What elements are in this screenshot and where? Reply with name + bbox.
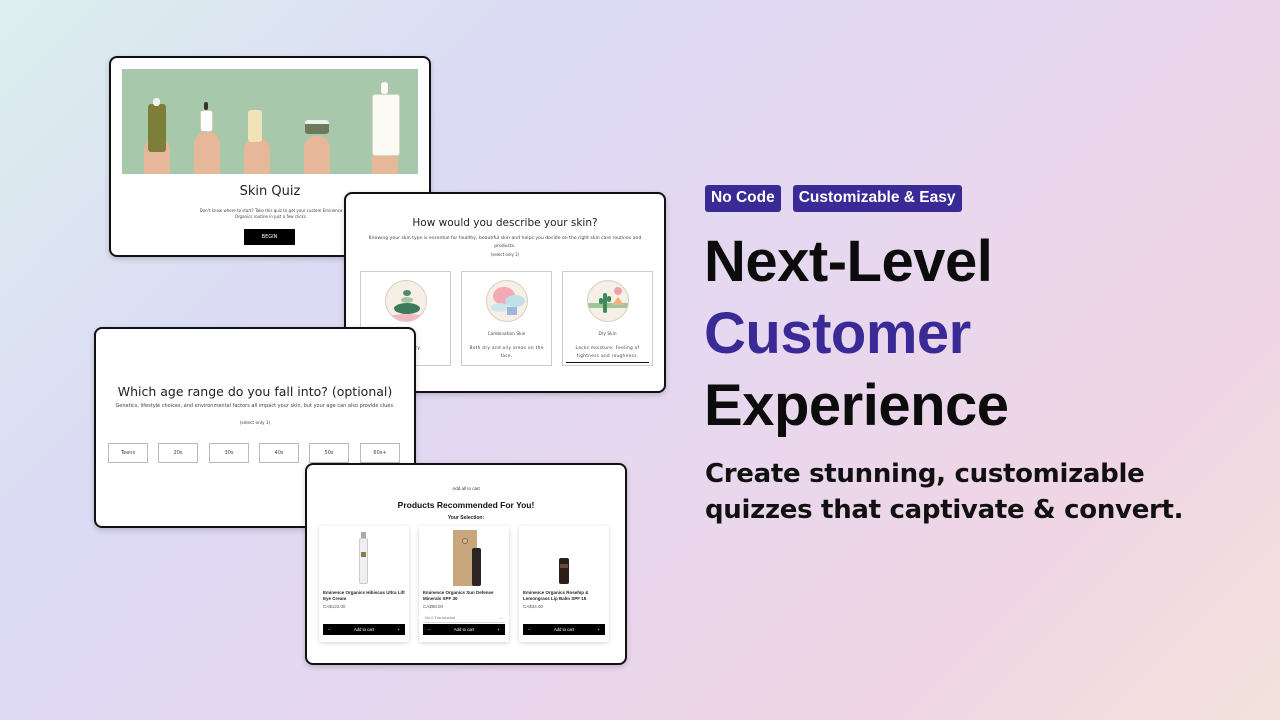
jar-icon [305, 120, 329, 134]
tagline: Create stunning, customizable quizzes th… [705, 459, 1184, 525]
add-to-cart-label: Add to cart [453, 627, 475, 632]
eye-cream-product-image [319, 530, 409, 588]
selected-indicator [566, 361, 649, 363]
age-option-20s[interactable]: 20s [158, 443, 198, 463]
increase-quantity-button[interactable]: + [498, 627, 500, 632]
product-price: CA$34.00 [523, 604, 544, 609]
headline: Next-Level Customer Experience [704, 226, 1009, 442]
product-name: Eminence Organics Rosehip & Lemongrass L… [523, 590, 589, 601]
product-name: Eminence Organics Hibiscus Ultra Lift Ey… [323, 590, 405, 601]
decrease-quantity-button[interactable]: − [328, 627, 330, 632]
lotion-bottle-icon [372, 94, 400, 156]
lip-balm-product-image [519, 530, 609, 588]
shade-select[interactable]: No.0 Translucent ⌄ [423, 613, 505, 623]
feature-badges: No Code Customizable & Easy [705, 185, 962, 212]
add-to-cart-button[interactable]: − Add to cart + [423, 624, 505, 635]
pump [381, 82, 388, 94]
product-card: Eminence Organics Rosehip & Lemongrass L… [519, 526, 609, 642]
age-option-60s-plus[interactable]: 60s+ [360, 443, 400, 463]
increase-quantity-button[interactable]: + [398, 627, 400, 632]
option-name: Dry Skin [598, 332, 617, 337]
sunscreen-product-image [419, 530, 509, 588]
desert-cactus-icon [587, 280, 629, 322]
product-recommendations-card: Add all to cart Products Recommended For… [305, 463, 627, 665]
select-hint: (select only 1) [490, 252, 520, 257]
option-description: Lacks moisture: Feeling of tightness and… [575, 346, 640, 359]
decrease-quantity-button[interactable]: − [528, 627, 530, 632]
question-subtitle: Knowing your skin type is essential for … [368, 236, 642, 249]
add-all-to-cart-link[interactable]: Add all to cart [307, 486, 625, 491]
add-to-cart-button[interactable]: − Add to cart + [523, 624, 605, 635]
age-option-30s[interactable]: 30s [209, 443, 249, 463]
serum-bottle-icon [200, 110, 213, 132]
age-option-40s[interactable]: 40s [259, 443, 299, 463]
add-to-cart-label: Add to cart [353, 627, 375, 632]
dropper [204, 102, 208, 110]
product-price: CA$122.00 [323, 604, 346, 609]
hero-image-products-in-hands [122, 69, 418, 174]
chevron-down-icon: ⌄ [499, 615, 503, 620]
option-description: Both dry and oily areas on the face. [469, 346, 544, 359]
age-option-50s[interactable]: 50s [309, 443, 349, 463]
your-selection-label: Your Selection: [447, 515, 485, 521]
headline-line-1: Next-Level [704, 229, 993, 294]
age-option-teens[interactable]: Teens [108, 443, 148, 463]
badge-no-code: No Code [705, 185, 781, 212]
intro-subtitle: Don't know where to start? Take this qui… [199, 208, 343, 219]
hand-shape [244, 138, 270, 174]
foam-bottle-icon [248, 110, 262, 142]
add-to-cart-label: Add to cart [553, 627, 575, 632]
add-to-cart-button[interactable]: − Add to cart + [323, 624, 405, 635]
bottle-cap [153, 98, 160, 106]
balanced-stones-icon [385, 280, 427, 322]
select-hint: (select only 1) [239, 421, 271, 426]
product-name: Eminence Organics Sun Defense Minerals S… [423, 590, 494, 601]
product-card: Eminence Organics Sun Defense Minerals S… [419, 526, 509, 642]
badge-customizable: Customizable & Easy [792, 185, 962, 212]
toner-bottle-icon [148, 104, 166, 152]
question-title: How would you describe your skin? [412, 217, 598, 229]
headline-line-3: Experience [704, 373, 1009, 438]
headline-line-2-accent: Customer [704, 301, 971, 366]
hand-shape [194, 132, 220, 174]
decrease-quantity-button[interactable]: − [428, 627, 430, 632]
skin-option-combination[interactable]: Combination Skin Both dry and oily areas… [461, 271, 552, 366]
product-card: Eminence Organics Hibiscus Ultra Lift Ey… [319, 526, 409, 642]
skin-option-dry[interactable]: Dry Skin Lacks moisture: Feeling of tigh… [562, 271, 653, 366]
recommendations-title: Products Recommended For You! [397, 500, 535, 510]
clouds-icon [486, 280, 528, 322]
begin-button[interactable]: BEGIN [244, 229, 295, 245]
hand-shape [304, 136, 330, 174]
question-title: Which age range do you fall into? (optio… [117, 384, 393, 399]
increase-quantity-button[interactable]: + [598, 627, 600, 632]
question-subtitle: Genetics, lifestyle choices, and environ… [115, 403, 395, 409]
shade-select-value: No.0 Translucent [425, 615, 456, 620]
product-price: CA$58.00 [423, 604, 444, 609]
option-name: Combination Skin [487, 332, 526, 337]
